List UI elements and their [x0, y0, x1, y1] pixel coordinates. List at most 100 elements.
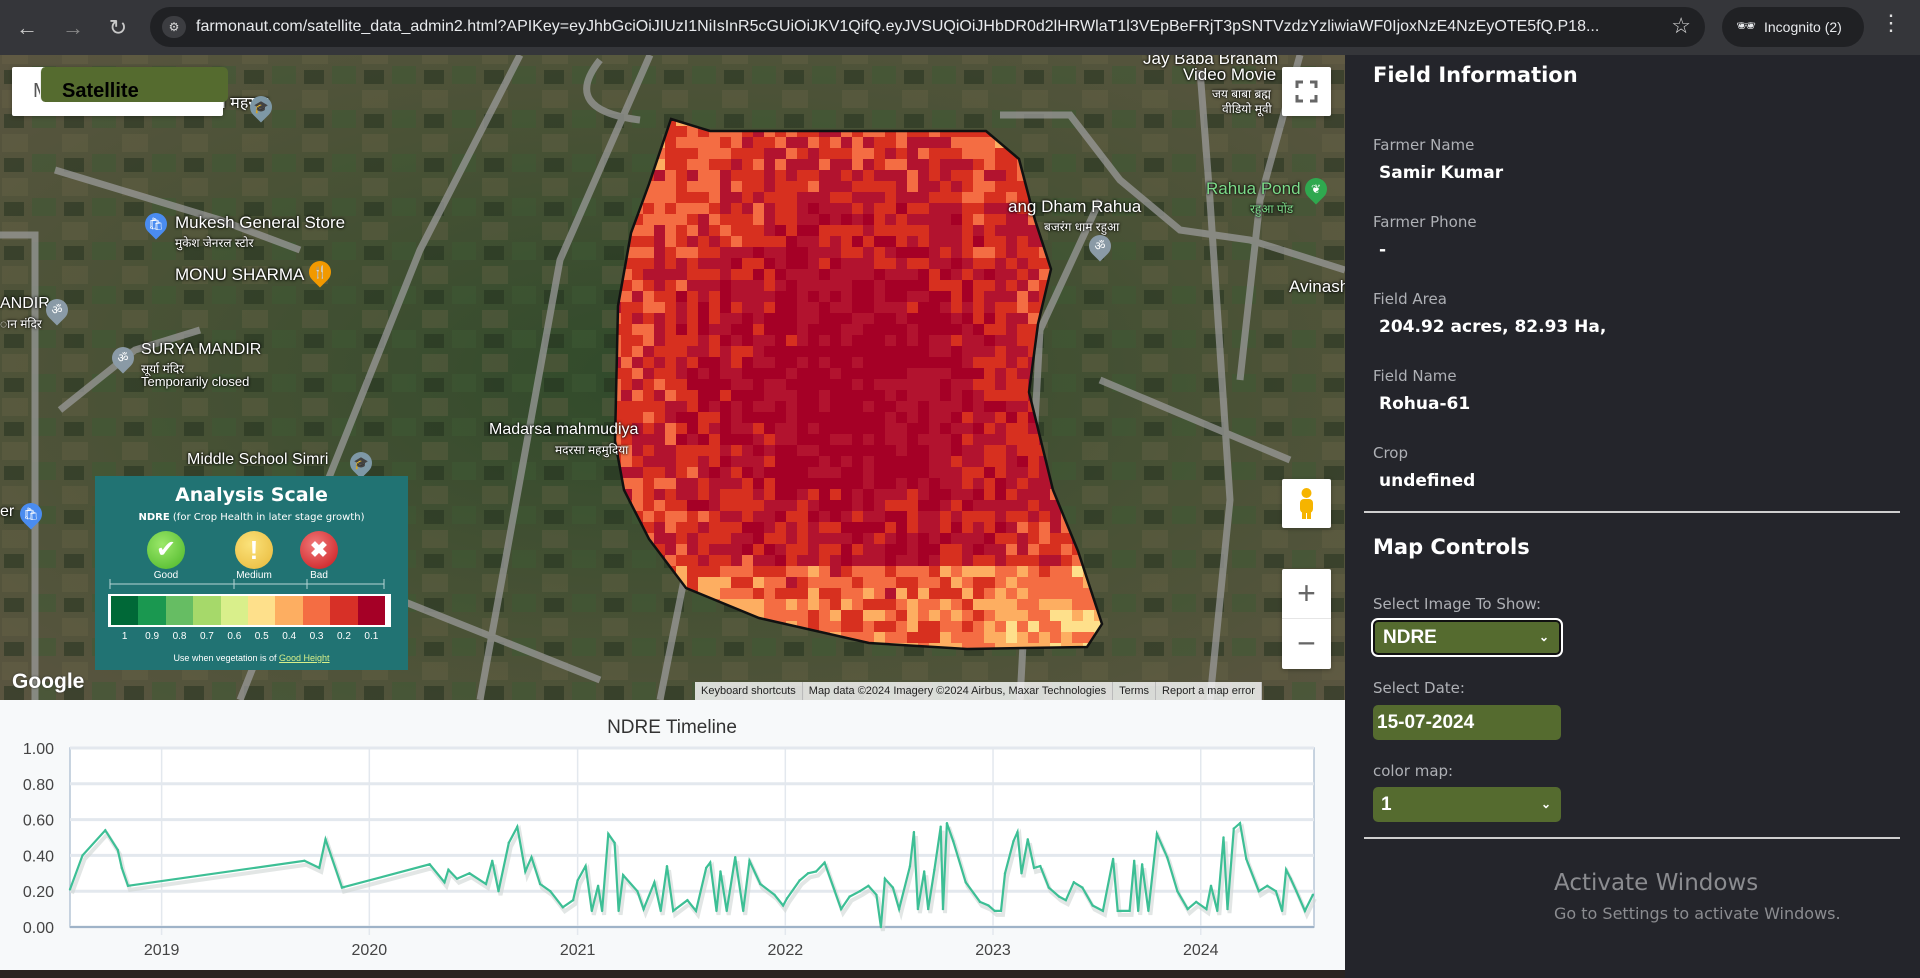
data-point[interactable] [1311, 893, 1315, 896]
data-point[interactable] [571, 898, 575, 902]
color-map-dropdown[interactable]: 1 ⌄ [1373, 787, 1561, 822]
star-icon[interactable]: ☆ [1671, 13, 1691, 39]
data-point[interactable] [952, 839, 955, 843]
map-label-avinash[interactable]: Avinash [1289, 277, 1345, 297]
data-point[interactable] [814, 870, 818, 873]
address-bar[interactable]: ⚙ farmonaut.com/satellite_data_admin2.ht… [150, 7, 1705, 47]
data-point[interactable] [964, 881, 967, 884]
data-point[interactable] [1132, 859, 1136, 862]
good-height-link[interactable]: Good Height [279, 653, 330, 663]
data-point[interactable] [725, 909, 728, 913]
data-point[interactable] [839, 907, 843, 911]
data-point[interactable] [665, 864, 669, 868]
data-point[interactable] [883, 877, 887, 880]
park-pin-icon[interactable]: ❦ [1300, 173, 1332, 205]
data-point[interactable] [908, 864, 912, 868]
map-label-surya[interactable]: SURYA MANDIR [141, 341, 261, 359]
map-label-video-movie[interactable]: Video Movie [1183, 65, 1276, 85]
data-point[interactable] [897, 907, 901, 911]
data-point[interactable] [340, 886, 344, 889]
data-point[interactable] [933, 868, 936, 871]
data-point[interactable] [303, 859, 306, 862]
data-point[interactable] [1209, 884, 1213, 888]
data-point[interactable] [1232, 827, 1235, 830]
data-point[interactable] [1032, 866, 1036, 870]
forward-icon[interactable]: → [58, 13, 88, 43]
data-point[interactable] [1266, 884, 1269, 888]
data-point[interactable] [596, 884, 600, 888]
menu-icon[interactable]: ⋮ [1880, 10, 1902, 36]
fullscreen-button[interactable] [1282, 67, 1331, 116]
data-point[interactable] [1091, 904, 1094, 907]
data-point[interactable] [1047, 886, 1051, 889]
keyboard-shortcuts-link[interactable]: Keyboard shortcuts [695, 682, 803, 700]
data-point[interactable] [987, 904, 990, 907]
data-point[interactable] [875, 893, 878, 896]
shopping-pin-icon[interactable]: 🛍 [15, 498, 47, 530]
data-point[interactable] [524, 870, 527, 873]
map-label-middle-school[interactable]: Middle School Simri [187, 451, 328, 469]
temple-pin-icon[interactable]: ॐ [1084, 230, 1116, 262]
data-point[interactable] [1284, 868, 1288, 871]
reload-icon[interactable]: ↻ [103, 13, 133, 43]
data-point[interactable] [858, 890, 862, 893]
data-point[interactable] [613, 841, 616, 845]
data-point[interactable] [68, 888, 72, 891]
url-text[interactable]: farmonaut.com/satellite_data_admin2.html… [196, 18, 1626, 36]
data-point[interactable] [1072, 881, 1076, 884]
data-point[interactable] [1245, 857, 1248, 861]
report-map-error-link[interactable]: Report a map error [1156, 682, 1262, 700]
data-point[interactable] [1165, 855, 1169, 859]
data-point[interactable] [1101, 909, 1105, 913]
data-point[interactable] [941, 907, 945, 911]
data-point[interactable] [1136, 909, 1140, 913]
data-point[interactable] [1081, 886, 1084, 889]
data-point[interactable] [443, 881, 446, 884]
data-point[interactable] [806, 872, 810, 875]
data-point[interactable] [798, 879, 801, 882]
data-point[interactable] [848, 895, 851, 898]
data-point[interactable] [879, 925, 883, 929]
data-point[interactable] [1280, 909, 1284, 913]
data-point[interactable] [468, 872, 471, 875]
data-point[interactable] [719, 870, 722, 873]
data-point[interactable] [455, 877, 459, 880]
data-point[interactable] [653, 881, 656, 884]
data-point[interactable] [945, 821, 949, 825]
data-point[interactable] [748, 859, 751, 862]
data-point[interactable] [497, 890, 500, 893]
data-point[interactable] [891, 886, 895, 889]
site-settings-icon[interactable]: ⚙ [162, 16, 186, 38]
map-type-satellite-button[interactable]: Satellite [40, 67, 228, 102]
data-point[interactable] [709, 861, 712, 864]
google-logo[interactable]: Google [12, 670, 84, 694]
data-point[interactable] [549, 890, 552, 893]
data-point[interactable] [1155, 832, 1159, 836]
satellite-map[interactable]: मिक विद्यालय महखर 🎓 🛍 Mukesh General Sto… [0, 55, 1345, 700]
data-point[interactable] [694, 909, 698, 913]
select-date-input[interactable]: 15-07-2024 [1373, 705, 1561, 740]
data-point[interactable] [1238, 821, 1242, 825]
data-point[interactable] [926, 907, 930, 911]
data-point[interactable] [576, 879, 579, 882]
data-point[interactable] [584, 864, 587, 868]
data-point[interactable] [759, 882, 762, 886]
data-point[interactable] [833, 890, 837, 893]
data-point[interactable] [126, 884, 130, 888]
data-point[interactable] [867, 884, 870, 888]
map-label-madarsa[interactable]: Madarsa mahmudiya [489, 421, 638, 439]
data-point[interactable] [447, 868, 450, 871]
data-point[interactable] [561, 906, 565, 909]
temple-pin-icon[interactable]: ॐ [107, 342, 139, 374]
data-point[interactable] [1128, 909, 1131, 913]
select-image-dropdown[interactable]: NDRE ⌄ [1371, 618, 1563, 657]
school-pin-icon[interactable]: 🎓 [245, 91, 277, 123]
data-point[interactable] [1016, 830, 1019, 834]
school-pin-icon[interactable]: 🎓 [345, 447, 377, 479]
data-point[interactable] [1226, 907, 1229, 911]
map-label-bajrang[interactable]: ang Dham Rahua [1008, 197, 1141, 217]
data-point[interactable] [1222, 836, 1225, 839]
data-point[interactable] [617, 909, 620, 913]
data-point[interactable] [785, 897, 789, 900]
data-point[interactable] [116, 848, 120, 852]
